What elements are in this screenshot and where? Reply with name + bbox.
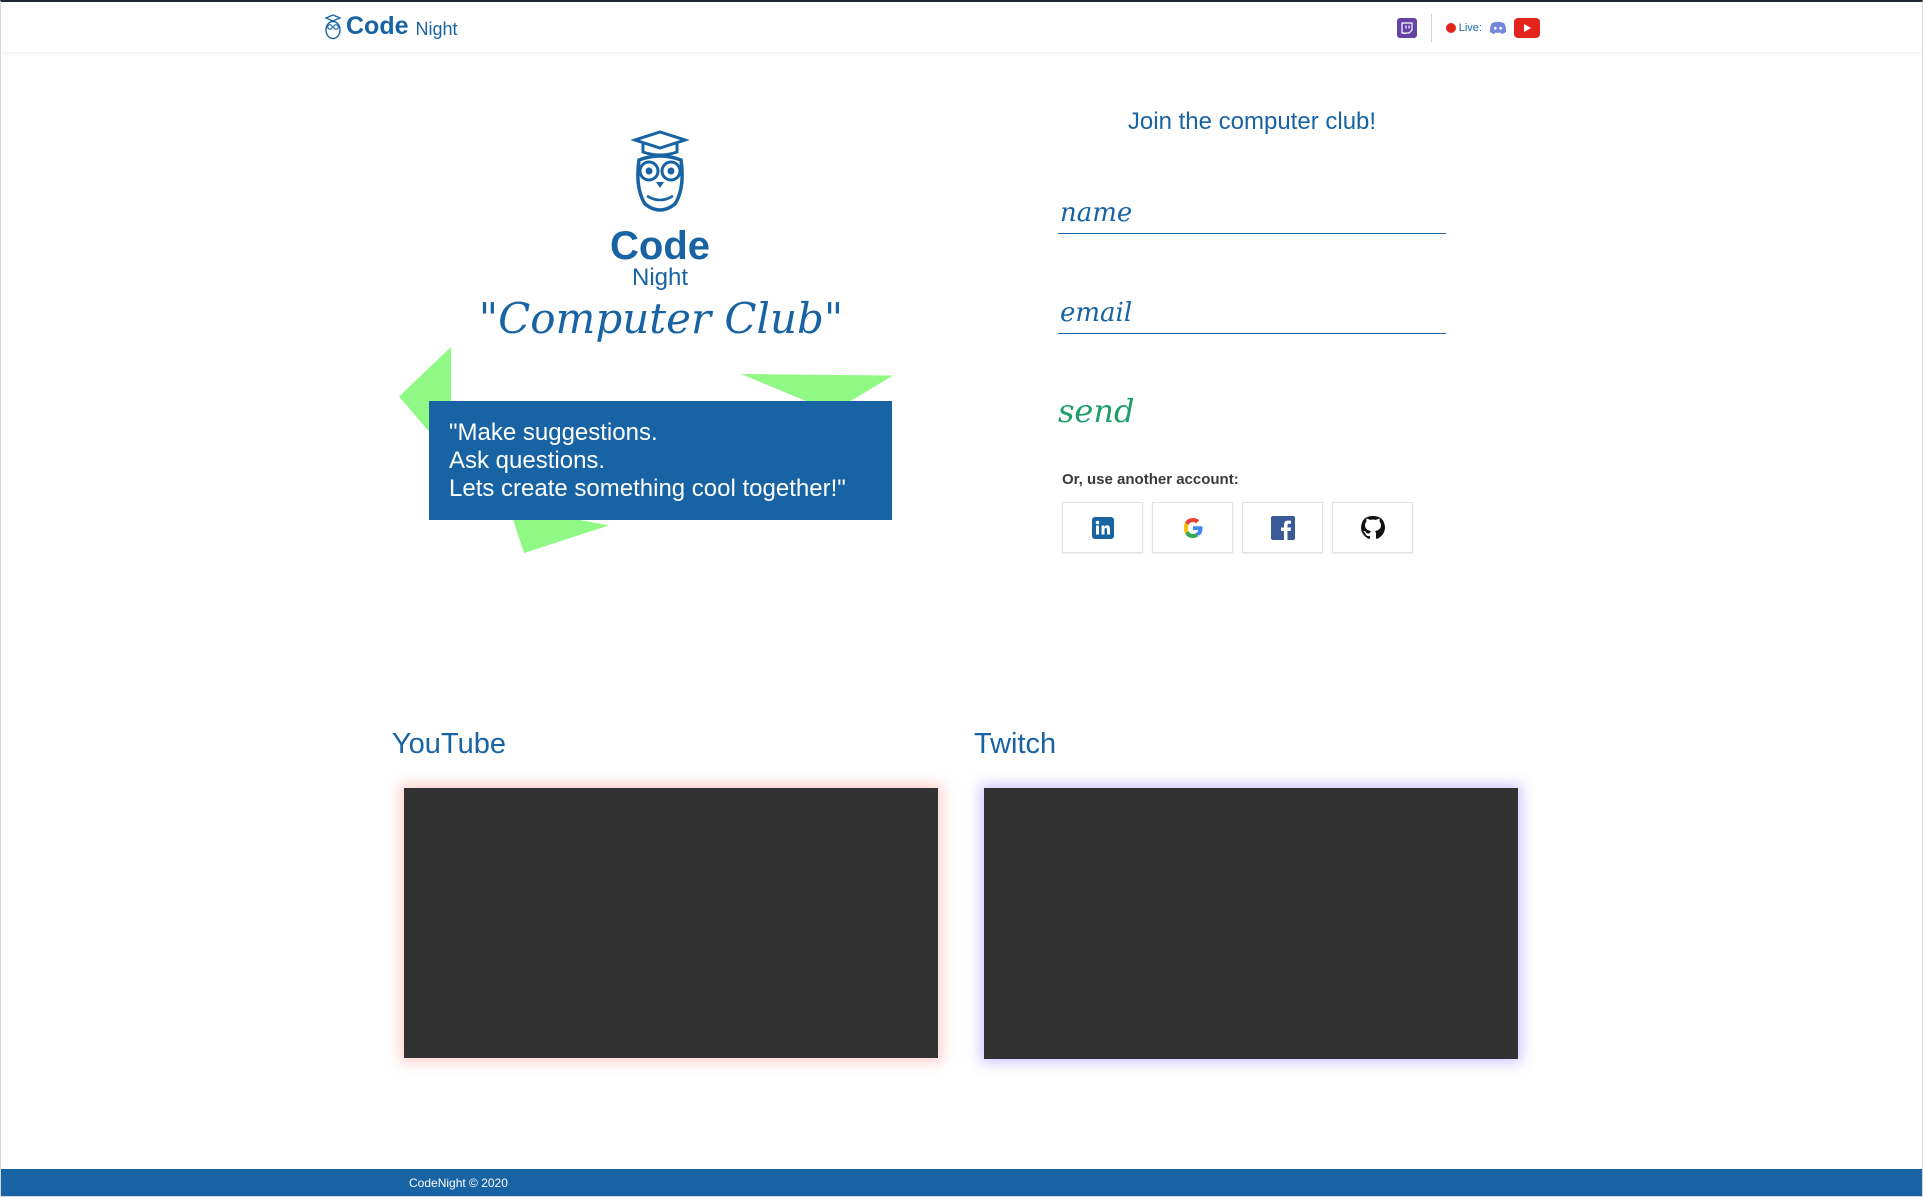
hero-logo-night: Night xyxy=(631,264,689,291)
youtube-section-title: YouTube xyxy=(392,728,506,760)
email-input[interactable] xyxy=(1058,292,1446,334)
name-input[interactable] xyxy=(1058,192,1446,234)
linkedin-login-button[interactable] xyxy=(1062,502,1143,553)
discord-icon[interactable] xyxy=(1488,18,1508,38)
brand-logo[interactable]: Code Night xyxy=(324,12,458,41)
facebook-icon xyxy=(1270,515,1295,540)
owl-icon xyxy=(324,13,342,39)
live-indicator-icon xyxy=(1445,23,1456,33)
footer: CodeNight © 2020 xyxy=(1,1169,1922,1196)
hero-logo: Code Night xyxy=(605,130,715,291)
footer-copyright: CodeNight © 2020 xyxy=(409,1176,508,1190)
google-login-button[interactable] xyxy=(1152,502,1233,553)
join-title: Join the computer club! xyxy=(1127,108,1377,135)
google-icon xyxy=(1183,517,1202,538)
page: Code Night Live: Code Night "Computer Cl… xyxy=(0,0,1923,1197)
brand-night-text: Night xyxy=(415,18,458,39)
top-nav: Code Night Live: xyxy=(1,2,1922,52)
facebook-login-button[interactable] xyxy=(1242,502,1323,553)
brand-code-text: Code xyxy=(346,12,409,40)
quote-box: "Make suggestions. Ask questions. Lets c… xyxy=(429,401,892,520)
twitch-stream-player[interactable] xyxy=(984,788,1518,1059)
github-icon xyxy=(1360,515,1385,539)
linkedin-icon xyxy=(1091,516,1114,539)
live-label: Live: xyxy=(1458,22,1482,34)
alt-account-label: Or, use another account: xyxy=(1062,471,1239,488)
youtube-icon[interactable] xyxy=(1514,18,1540,38)
header-social: Live: xyxy=(1396,14,1540,42)
tagline: "Computer Club" xyxy=(478,294,844,343)
oauth-buttons xyxy=(1062,502,1413,553)
hero-logo-code: Code xyxy=(610,224,710,268)
owl-icon xyxy=(630,130,690,212)
send-button[interactable]: send xyxy=(1058,392,1134,430)
header-divider xyxy=(1430,14,1432,42)
youtube-video-player[interactable] xyxy=(404,788,938,1058)
twitch-section-title: Twitch xyxy=(974,728,1057,760)
twitch-icon[interactable] xyxy=(1396,18,1417,38)
github-login-button[interactable] xyxy=(1332,502,1413,553)
